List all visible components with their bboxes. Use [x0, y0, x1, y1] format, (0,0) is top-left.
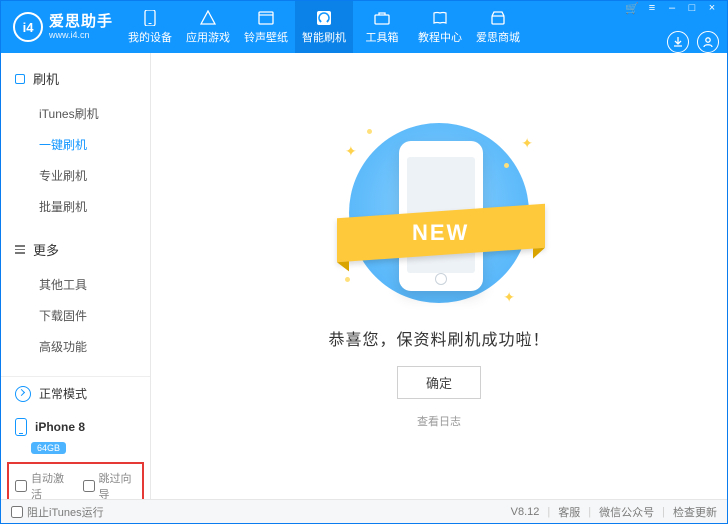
sparkle-icon: ✦ [345, 143, 357, 160]
store-icon [489, 10, 507, 26]
nav-label: 智能刷机 [302, 29, 346, 45]
hamburger-icon [15, 245, 25, 254]
user-button[interactable] [697, 31, 719, 53]
close-button[interactable]: × [705, 1, 719, 15]
storage-badge: 64GB [31, 442, 66, 454]
nav-label: 教程中心 [418, 29, 462, 45]
menu-icon[interactable]: ≡ [645, 1, 659, 15]
cart-icon[interactable]: 🛒 [625, 1, 639, 15]
wallpaper-icon [257, 10, 275, 26]
refresh-icon [15, 386, 31, 402]
nav-label: 我的设备 [128, 29, 172, 45]
sidebar-item-itunes-flash[interactable]: iTunes刷机 [1, 98, 150, 129]
skip-guide-checkbox[interactable]: 跳过向导 [83, 470, 137, 499]
square-icon [15, 74, 25, 84]
nav-flash[interactable]: 智能刷机 [295, 1, 353, 53]
brand-name: 爱思助手 [49, 14, 113, 29]
mode-label: 正常模式 [39, 385, 87, 402]
device-row[interactable]: iPhone 8 [1, 410, 150, 444]
phone-icon [141, 10, 159, 26]
nav-apps[interactable]: 应用游戏 [179, 1, 237, 53]
nav-label: 爱思商城 [476, 29, 520, 45]
sparkle-icon: ✦ [503, 289, 515, 306]
logo-icon: i4 [13, 12, 43, 42]
block-itunes-label: 阻止iTunes运行 [27, 504, 104, 520]
options-highlight-box: 自动激活 跳过向导 [7, 462, 144, 499]
app-header: i4 爱思助手 www.i4.cn 我的设备 应用游戏 铃声壁纸 智能刷机 [1, 1, 727, 53]
sidebar: 刷机 iTunes刷机 一键刷机 专业刷机 批量刷机 更多 其他工具 下载固件 … [1, 53, 151, 499]
nav-label: 工具箱 [366, 29, 399, 45]
brand: i4 爱思助手 www.i4.cn [13, 12, 113, 42]
auto-activate-label: 自动激活 [31, 470, 69, 499]
success-text: 恭喜您，保资料刷机成功啦！ [328, 326, 549, 350]
sidebar-item-pro-flash[interactable]: 专业刷机 [1, 160, 150, 191]
sidebar-item-download-firmware[interactable]: 下载固件 [1, 300, 150, 331]
view-log-link[interactable]: 查看日志 [417, 413, 461, 429]
device-mode[interactable]: 正常模式 [1, 377, 150, 410]
sparkle-icon: ✦ [521, 135, 533, 152]
sidebar-item-batch-flash[interactable]: 批量刷机 [1, 191, 150, 222]
group-title: 刷机 [33, 69, 59, 88]
nav-label: 铃声壁纸 [244, 29, 288, 45]
maximize-button[interactable]: □ [685, 1, 699, 15]
success-illustration: ✦ ✦ ✦ NEW [339, 123, 539, 308]
nav-label: 应用游戏 [186, 29, 230, 45]
apps-icon [199, 10, 217, 26]
ok-button[interactable]: 确定 [397, 366, 481, 399]
wechat-link[interactable]: 微信公众号 [599, 504, 654, 520]
main-content: ✦ ✦ ✦ NEW 恭喜您，保资料刷机成功啦！ 确定 查看日志 [151, 53, 727, 499]
sidebar-item-other-tools[interactable]: 其他工具 [1, 269, 150, 300]
auto-activate-checkbox[interactable]: 自动激活 [15, 470, 69, 499]
minimize-button[interactable]: – [665, 1, 679, 15]
version-label: V8.12 [511, 506, 540, 518]
book-icon [431, 10, 449, 26]
sidebar-item-oneclick-flash[interactable]: 一键刷机 [1, 129, 150, 160]
group-title: 更多 [33, 240, 59, 259]
status-bar: 阻止iTunes运行 V8.12 | 客服 | 微信公众号 | 检查更新 [1, 499, 727, 523]
check-update-link[interactable]: 检查更新 [673, 504, 717, 520]
skip-guide-label: 跳过向导 [99, 470, 137, 499]
device-name: iPhone 8 [35, 420, 85, 434]
nav-tutorial[interactable]: 教程中心 [411, 1, 469, 53]
sidebar-group-more: 更多 [1, 236, 150, 263]
nav-toolbox[interactable]: 工具箱 [353, 1, 411, 53]
block-itunes-checkbox[interactable]: 阻止iTunes运行 [11, 504, 104, 520]
toolbox-icon [373, 10, 391, 26]
device-icon [15, 418, 27, 436]
nav-ringwall[interactable]: 铃声壁纸 [237, 1, 295, 53]
top-nav: 我的设备 应用游戏 铃声壁纸 智能刷机 工具箱 教程中心 [121, 1, 527, 53]
download-button[interactable] [667, 31, 689, 53]
flash-icon [315, 10, 333, 26]
support-link[interactable]: 客服 [558, 504, 580, 520]
brand-url: www.i4.cn [49, 31, 113, 40]
nav-devices[interactable]: 我的设备 [121, 1, 179, 53]
nav-store[interactable]: 爱思商城 [469, 1, 527, 53]
sidebar-group-flash: 刷机 [1, 65, 150, 92]
sidebar-item-advanced[interactable]: 高级功能 [1, 331, 150, 362]
